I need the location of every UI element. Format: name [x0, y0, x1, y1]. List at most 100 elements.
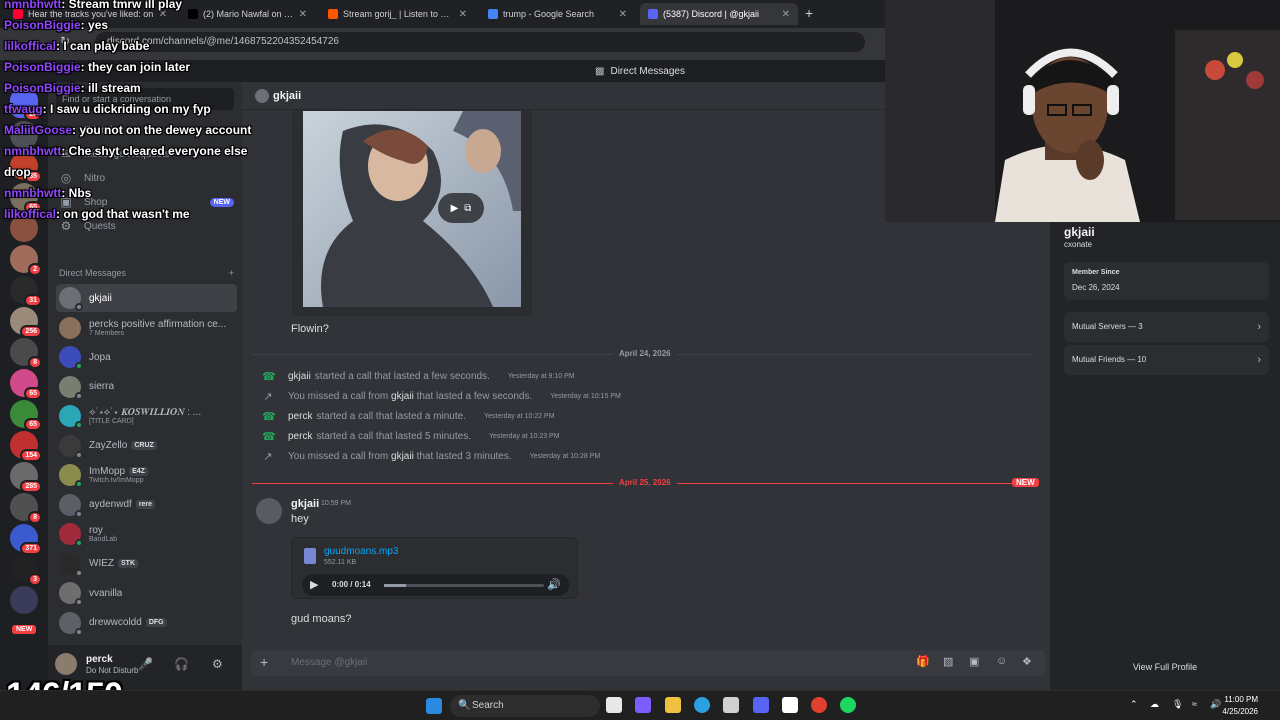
server-icon[interactable]: 8 [10, 338, 42, 369]
message-input[interactable]: Message @gkjaii [291, 657, 367, 668]
browser-tab[interactable]: (5387) Discord | @gkjaii ✕ [640, 3, 798, 25]
call-user[interactable]: gkjaii [391, 451, 414, 462]
mutual-friends-row[interactable]: Mutual Friends — 10 › [1064, 345, 1269, 375]
folder-icon[interactable] [664, 697, 681, 713]
dm-item[interactable]: vvanilla [56, 579, 237, 607]
server-icon[interactable]: 65 [10, 369, 42, 400]
mute-icon[interactable]: 🎤 [138, 657, 153, 671]
taskbar: 🔍 Search ⌃ ☁ 🎙 ≈ 🔊 11:00 PM 4/25/2026 [0, 690, 1280, 720]
server-icon[interactable]: 256 [10, 307, 42, 338]
call-user[interactable]: perck [288, 411, 312, 422]
dm-subtext: 7 Members [89, 329, 125, 337]
close-icon[interactable]: ✕ [299, 9, 307, 20]
dm-item[interactable]: ZayZello CRUZ [56, 432, 237, 460]
gift-icon[interactable]: 🎁 [916, 655, 930, 668]
emoji-icon[interactable]: ☺ [996, 655, 1007, 667]
dm-item[interactable]: sierra [56, 373, 237, 401]
mutual-servers-row[interactable]: Mutual Servers — 3 › [1064, 312, 1269, 342]
edge-icon[interactable] [693, 697, 710, 713]
clock-time: 11:00 PM [1224, 695, 1258, 704]
close-icon[interactable]: ✕ [782, 9, 790, 20]
avatar[interactable] [256, 498, 282, 524]
avatar[interactable] [55, 653, 77, 675]
close-icon[interactable]: ✕ [459, 9, 467, 20]
server-icon[interactable] [10, 586, 38, 614]
server-icon[interactable]: 285 [10, 462, 42, 493]
profile-display-name: gkjaii [1064, 225, 1095, 239]
dm-item[interactable]: aydenwdf rere [56, 491, 237, 519]
dm-subtext: BandLab [89, 536, 118, 543]
new-tab-button[interactable]: + [805, 5, 813, 21]
dm-item[interactable]: gkjaii [56, 284, 237, 312]
file-icon[interactable] [606, 697, 622, 713]
dm-item[interactable]: Jopa [56, 343, 237, 371]
stream-chat-colon: : [42, 102, 51, 116]
file-name-link[interactable]: guudmoans.mp3 [324, 546, 399, 557]
avatar [59, 375, 83, 400]
mic-icon[interactable]: 🎙 [1172, 699, 1183, 710]
browser-tab[interactable]: Stream gorij_ | Listen to music ✕ [320, 3, 475, 25]
dm-name: gkjaii [89, 292, 112, 304]
url-field[interactable]: discord.com/channels/@me/146875220435245… [95, 32, 865, 52]
dm-item[interactable]: ⟡˙⋆⟡˙⋆ 𝑲𝑶𝑺𝑾𝑰𝑳𝑳𝑰𝑶𝑵 : ... [TITLE CARD] [56, 402, 237, 430]
audio-seek-bar[interactable] [384, 584, 544, 587]
browser-tab[interactable]: trump - Google Search ✕ [480, 3, 635, 25]
windows-start-icon[interactable] [426, 698, 442, 714]
view-full-profile-button[interactable]: View Full Profile [1050, 662, 1280, 672]
dm-text: roy BandLab [89, 525, 117, 543]
server-icon[interactable]: 371 [10, 524, 42, 555]
capcut-icon[interactable] [781, 697, 798, 713]
avatar[interactable] [255, 89, 269, 103]
chat-recipient[interactable]: gkjaii [273, 90, 301, 102]
gif-icon[interactable]: ▧ [943, 655, 953, 668]
add-attachment-icon[interactable]: + [260, 654, 268, 670]
video-attachment[interactable]: ▶ ⧉ [292, 110, 532, 316]
browser-tab[interactable]: (2) Mario Nawfal on X: "🇺🇸US ✕ [180, 3, 315, 25]
dm-item[interactable]: percks positive affirmation ce... 7 Membe… [56, 314, 237, 342]
clock[interactable]: 11:00 PM 4/25/2026 [1222, 694, 1258, 718]
message-composer[interactable]: + Message @gkjaii 🎁 ▧ ▣ ☺ ❖ [251, 650, 1046, 676]
copilot-icon[interactable] [635, 697, 652, 713]
stream-chat-user: PoisonBiggie [4, 60, 81, 74]
wifi-icon[interactable]: ≈ [1192, 699, 1197, 709]
file-size: 552.11 KB [324, 559, 357, 566]
server-icon[interactable]: 31 [10, 276, 42, 307]
close-icon[interactable]: ✕ [619, 9, 627, 20]
dm-item[interactable]: ImMopp E4Z Twitch.tv/ImMopp [56, 461, 237, 489]
store-icon[interactable] [723, 697, 740, 713]
call-user[interactable]: perck [288, 431, 312, 442]
dm-item[interactable]: roy BandLab [56, 520, 237, 548]
call-user[interactable]: gkjaii [288, 371, 311, 382]
discord-icon[interactable] [752, 697, 769, 713]
server-icon[interactable]: 2 [10, 245, 42, 276]
chevron-up-icon[interactable]: ⌃ [1130, 699, 1138, 710]
message-author[interactable]: gkjaii [291, 498, 319, 510]
stream-chat-user: nmnbhwtt [4, 144, 62, 158]
play-icon[interactable]: ▶ [310, 578, 318, 591]
phone-icon: ☎ [262, 430, 276, 443]
dm-name-row: ⟡˙⋆⟡˙⋆ 𝑲𝑶𝑺𝑾𝑰𝑳𝑳𝑰𝑶𝑵 : ... [89, 407, 201, 418]
call-user[interactable]: gkjaii [391, 391, 414, 402]
chrome-icon[interactable] [811, 697, 828, 713]
volume-icon[interactable]: 🔊 [1210, 699, 1221, 710]
dm-item[interactable]: WIEZ STK [56, 550, 237, 578]
server-icon[interactable]: 8 [10, 493, 42, 524]
play-video-button[interactable]: ▶ ⧉ [438, 193, 484, 223]
apps-icon[interactable]: ❖ [1022, 655, 1032, 668]
call-timestamp: Yesterday at 9:10 PM [507, 372, 575, 380]
volume-icon[interactable]: 🔊 [547, 578, 561, 591]
server-icon[interactable]: 154 [10, 431, 42, 462]
taskbar-search[interactable]: 🔍 Search [450, 695, 600, 717]
server-icon[interactable]: 3 [10, 555, 42, 586]
spotify-icon[interactable] [840, 697, 857, 713]
dm-name: drewwcoldd [89, 617, 142, 628]
headphones-icon[interactable]: 🎧 [174, 657, 189, 671]
server-icon[interactable]: 65 [10, 400, 42, 431]
painting-thumbnail [303, 111, 521, 307]
cloud-icon[interactable]: ☁ [1150, 699, 1159, 710]
gear-icon[interactable]: ⚙ [212, 657, 223, 671]
dm-item[interactable]: drewwcoldd DFG [56, 609, 237, 637]
dm-name: roy [89, 525, 103, 536]
create-dm-icon[interactable]: + [229, 268, 234, 278]
sticker-icon[interactable]: ▣ [969, 655, 979, 668]
